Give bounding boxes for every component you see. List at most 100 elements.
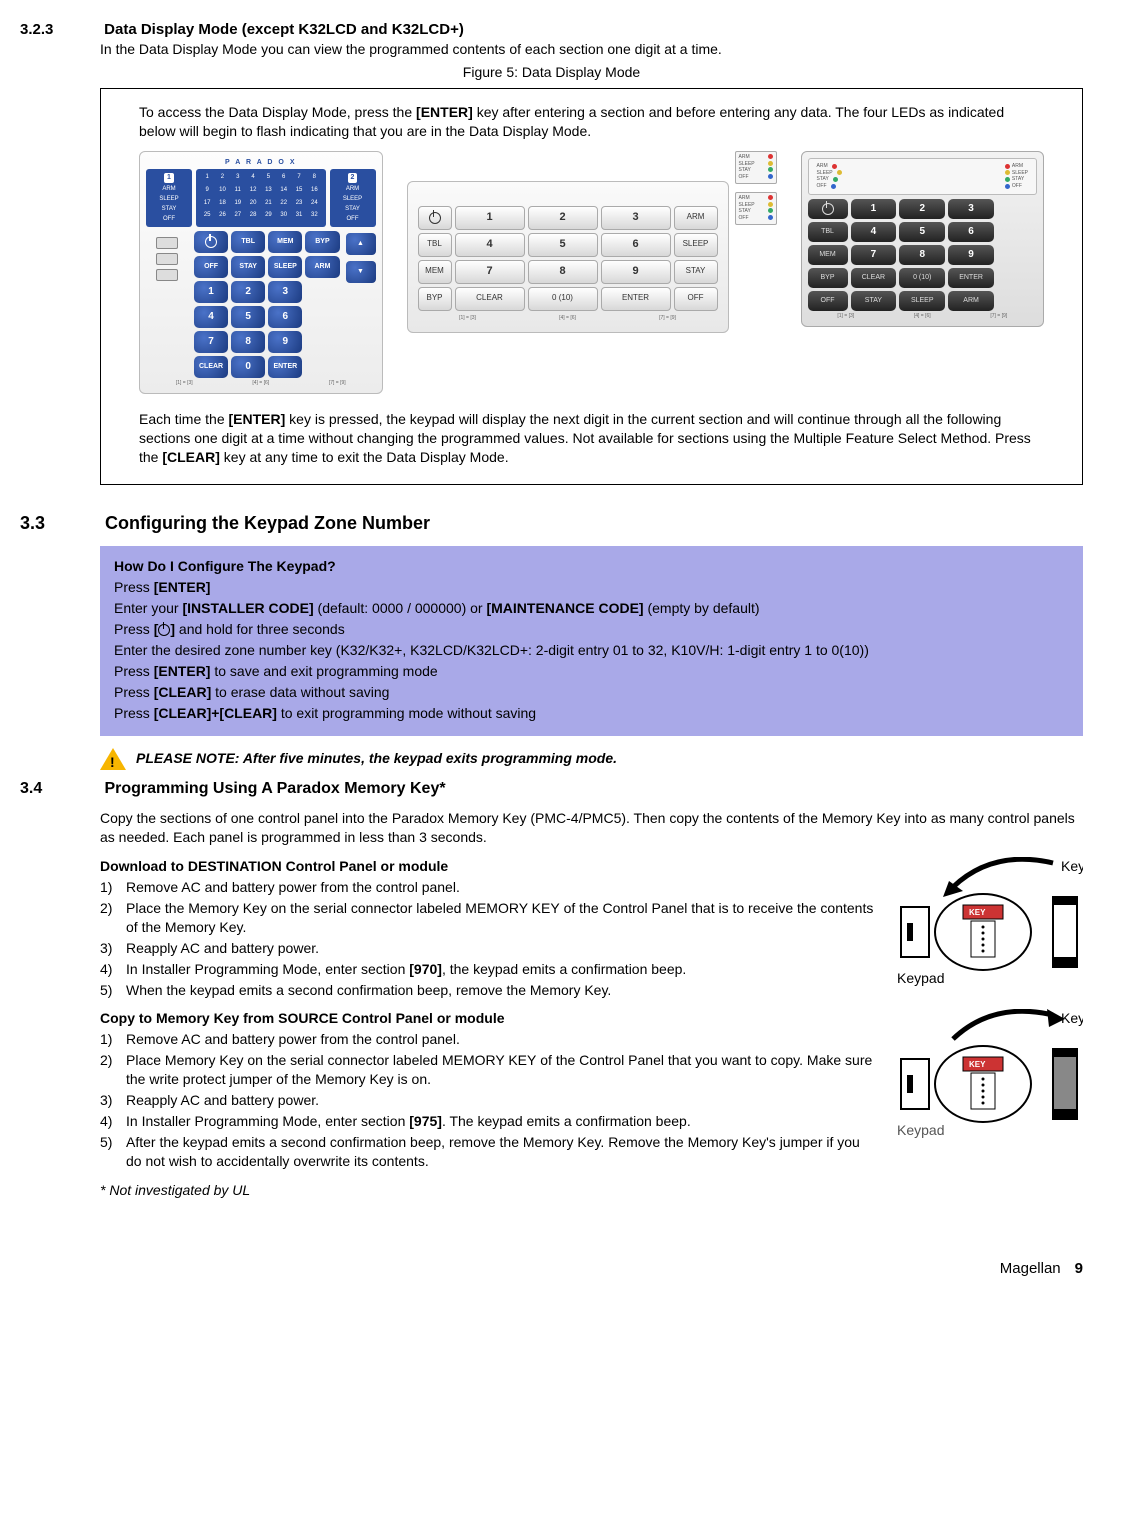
partition-badge: 2 [348, 173, 358, 182]
off-key: OFF [674, 287, 718, 311]
sleep-key: SLEEP [899, 291, 945, 311]
arm-key: ARM [948, 291, 994, 311]
num-4-key: 4 [851, 222, 897, 242]
footnote: * Not investigated by UL [100, 1181, 879, 1200]
download-section: Download to DESTINATION Control Panel or… [100, 857, 1083, 1009]
num-3-key: 3 [601, 206, 671, 230]
enter-key: ENTER [601, 287, 671, 311]
mem-key: MEM [268, 231, 302, 253]
zone-cell: 17 [200, 199, 214, 211]
sec-num: 3.4 [20, 778, 100, 800]
byp-key: BYP [808, 268, 848, 288]
text: Press [114, 705, 154, 721]
figure-box: To access the Data Display Mode, press t… [100, 88, 1083, 485]
status-col-2: ARM SLEEP STAY OFF [1003, 163, 1028, 190]
tbl-key: TBL [418, 233, 452, 257]
arm-label: ARM [739, 195, 750, 202]
num-1-key: 1 [194, 281, 228, 303]
status-box-1: ARM SLEEP STAY OFF [735, 151, 777, 184]
key-tag: KEY [969, 908, 986, 917]
num: 2) [100, 899, 126, 937]
text: After the keypad emits a second confirma… [126, 1133, 879, 1171]
t: Place the Memory Key on the serial conne… [126, 900, 465, 916]
howto-line: Press [ENTER] to save and exit programmi… [114, 661, 1069, 682]
text: Each time the [139, 411, 229, 427]
mem-key: MEM [418, 260, 452, 284]
foot: [4] = [6] [914, 313, 931, 320]
zone-cell: 19 [231, 199, 245, 211]
num-1-key: 1 [851, 199, 897, 219]
sleep-key: SLEEP [674, 233, 718, 257]
zone-cell: 15 [292, 186, 306, 198]
clear-clear-ref: [CLEAR]+[CLEAR] [154, 705, 277, 721]
t: . The keypad emits a confirmation beep. [442, 1113, 691, 1129]
keypad-k10-wide: 1 2 3 ARM TBL 4 5 6 SLEEP MEM 7 8 9 STAY… [407, 151, 777, 333]
sleep-label: SLEEP [817, 170, 833, 177]
zone-cell: 31 [292, 211, 306, 223]
howto-line: Enter your [INSTALLER CODE] (default: 00… [114, 598, 1069, 619]
figure-top-text: To access the Data Display Mode, press t… [139, 103, 1044, 141]
num-6-key: 6 [601, 233, 671, 257]
arm-label: ARM [739, 154, 750, 161]
howto-line: Press [CLEAR] to erase data without savi… [114, 682, 1069, 703]
stay-label: STAY [1012, 176, 1024, 183]
zone-cell: 9 [200, 186, 214, 198]
num-9-key: 9 [948, 245, 994, 265]
memory-key-label: MEMORY KEY [465, 900, 559, 916]
heading-3-4: 3.4 Programming Using A Paradox Memory K… [20, 778, 1083, 800]
num: 3) [100, 1091, 126, 1110]
list-item: 5)After the keypad emits a second confir… [100, 1133, 879, 1171]
key-label: Key [1061, 858, 1083, 874]
zone-cell: 20 [246, 199, 260, 211]
text: In Installer Programming Mode, enter sec… [126, 1112, 879, 1131]
memory-key-label: MEMORY KEY [442, 1052, 536, 1068]
key-footer: [1] = [3] [4] = [6] [7] = [9] [418, 315, 718, 322]
off-key: OFF [194, 256, 228, 278]
zone-cell: 3 [231, 173, 245, 185]
keypad-k32-blue: P A R A D O X 1 ARM SLEEP STAY OFF 12345… [139, 151, 383, 394]
byp-key: BYP [305, 231, 339, 253]
zone-cell: 25 [200, 211, 214, 223]
memory-key-diagram-2: Key KEY Keypad [893, 1009, 1083, 1144]
partition-badge: 1 [164, 173, 174, 182]
arm-key: ARM [305, 256, 339, 278]
stay-key: STAY [231, 256, 265, 278]
clear-key-ref: [CLEAR] [162, 449, 220, 465]
keypad-dark-compact: ARM SLEEP STAY OFF ARM SLEEP STAY OFF 1 … [801, 151, 1045, 327]
power-icon [822, 203, 834, 215]
num: 1) [100, 878, 126, 897]
howto-line: Press [CLEAR]+[CLEAR] to exit programmin… [114, 703, 1069, 724]
text: Reapply AC and battery power. [126, 1091, 879, 1110]
zone-cell: 23 [292, 199, 306, 211]
num: 4) [100, 960, 126, 979]
text: Reapply AC and battery power. [126, 939, 879, 958]
t: Place Memory Key on the serial connector… [126, 1052, 442, 1068]
keypad-label: Keypad [897, 970, 944, 986]
power-icon [158, 624, 170, 636]
text: In Installer Programming Mode, enter sec… [126, 960, 879, 979]
copy-list: 1)Remove AC and battery power from the c… [100, 1030, 879, 1170]
num-9-key: 9 [268, 331, 302, 353]
num-1-key: 1 [455, 206, 525, 230]
t: In Installer Programming Mode, enter sec… [126, 1113, 409, 1129]
heading-3-2-3: 3.2.3 Data Display Mode (except K32LCD a… [20, 20, 1083, 40]
list-item: 4)In Installer Programming Mode, enter s… [100, 960, 879, 979]
arm-key: ARM [674, 206, 718, 230]
section-ref: [970] [409, 961, 442, 977]
clear-key-ref: [CLEAR] [154, 684, 212, 700]
zone-cell: 4 [246, 173, 260, 185]
arm-label: ARM [817, 163, 828, 170]
list-item: 2)Place the Memory Key on the serial con… [100, 899, 879, 937]
text: Press [114, 579, 154, 595]
num-4-key: 4 [455, 233, 525, 257]
enter-key: ENTER [948, 268, 994, 288]
sec-num: 3.3 [20, 511, 100, 535]
num-2-key: 2 [231, 281, 265, 303]
num: 5) [100, 981, 126, 1000]
t: , the keypad emits a confirmation beep. [442, 961, 686, 977]
text: Place Memory Key on the serial connector… [126, 1051, 879, 1089]
clear-key: CLEAR [455, 287, 525, 311]
num-5-key: 5 [231, 306, 265, 328]
list-item: 4)In Installer Programming Mode, enter s… [100, 1112, 879, 1131]
num-8-key: 8 [231, 331, 265, 353]
